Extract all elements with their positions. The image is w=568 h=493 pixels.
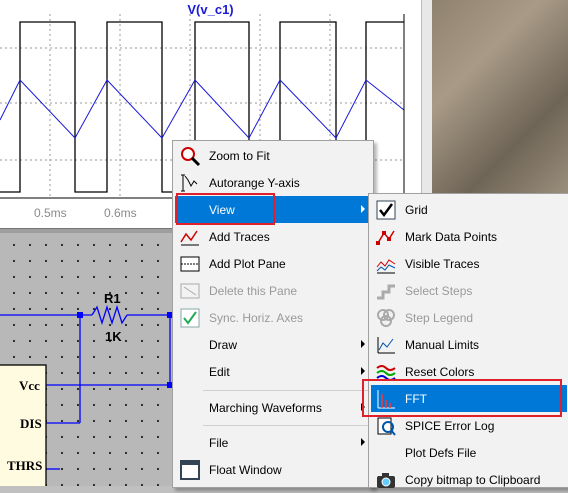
menu-item-label: Zoom to Fit	[209, 148, 270, 163]
submenu-arrow-icon	[361, 438, 365, 446]
menu-item-grid[interactable]: Grid	[371, 196, 567, 223]
menu-item-autorange[interactable]: Autorange Y-axis	[175, 169, 371, 196]
menu-item-label: Add Traces	[209, 229, 270, 244]
menu-item-label: Select Steps	[405, 283, 473, 298]
menu-item-add-traces[interactable]: Add Traces	[175, 223, 371, 250]
menu-item-label: Mark Data Points	[405, 229, 498, 244]
menu-item-label: Draw	[209, 337, 238, 352]
menu-item-select-steps[interactable]: Select Steps	[371, 277, 567, 304]
menu-item-float-window[interactable]: Float Window	[175, 456, 371, 483]
zoom-fit-icon	[181, 147, 201, 167]
menu-item-marching-waveforms[interactable]: Marching Waveforms	[175, 394, 371, 421]
error-log-icon	[377, 417, 396, 436]
menu-item-copy-bitmap[interactable]: Copy bitmap to Clipboard	[371, 466, 567, 493]
menu-separator	[203, 390, 369, 391]
pin-label-thrs: THRS	[7, 458, 43, 473]
pin-label-dis: DIS	[20, 416, 42, 431]
menu-item-zoom-to-fit[interactable]: Zoom to Fit	[175, 142, 371, 169]
menu-item-label: Plot Defs File	[405, 445, 477, 460]
triangle-wave-trace	[0, 79, 405, 139]
delete-pane-icon	[180, 283, 200, 299]
menu-item-label: Grid	[405, 202, 428, 217]
menu-item-visible-traces[interactable]: Visible Traces	[371, 250, 567, 277]
menu-item-label: Reset Colors	[405, 364, 475, 379]
visible-traces-icon	[376, 259, 396, 274]
camera-icon	[377, 473, 395, 488]
autorange-icon	[181, 174, 198, 192]
desktop-background	[421, 0, 568, 195]
menu-item-manual-limits[interactable]: Manual Limits	[371, 331, 567, 358]
x-tick-label: 0.5ms	[34, 206, 67, 220]
menu-item-label: Copy bitmap to Clipboard	[405, 472, 541, 487]
manual-limits-icon	[377, 337, 395, 354]
view-submenu: Grid Mark Data Points Visible Traces Sel…	[368, 193, 568, 488]
menu-item-mark-data-points[interactable]: Mark Data Points	[371, 223, 567, 250]
step-legend-icon	[377, 309, 395, 327]
plot-title: V(v_c1)	[187, 2, 234, 17]
menu-item-label: Add Plot Pane	[209, 256, 286, 271]
resistor-name: R1	[104, 291, 121, 306]
submenu-arrow-icon	[361, 367, 365, 375]
highlight-box	[362, 379, 562, 417]
menu-item-label: Manual Limits	[405, 337, 480, 352]
select-steps-icon	[377, 284, 395, 300]
add-pane-icon	[180, 256, 200, 272]
menu-item-label: Sync. Horiz. Axes	[209, 310, 304, 325]
menu-item-step-legend[interactable]: Step Legend	[371, 304, 567, 331]
menu-item-label: SPICE Error Log	[405, 418, 495, 433]
menu-item-label: Visible Traces	[405, 256, 480, 271]
submenu-arrow-icon	[361, 205, 365, 213]
grid-check-icon	[376, 200, 396, 220]
checkmark-icon	[180, 308, 200, 328]
menu-item-draw[interactable]: Draw	[175, 331, 371, 358]
menu-separator	[203, 425, 369, 426]
menu-item-add-plot-pane[interactable]: Add Plot Pane	[175, 250, 371, 277]
menu-item-label: Marching Waveforms	[209, 400, 322, 415]
menu-item-label: Delete this Pane	[209, 283, 298, 298]
menu-item-label: Edit	[209, 364, 230, 379]
menu-item-edit[interactable]: Edit	[175, 358, 371, 385]
x-tick-label: 0.6ms	[104, 206, 137, 220]
scrollbar[interactable]	[421, 0, 432, 195]
float-window-icon	[180, 460, 200, 480]
menu-item-label: Step Legend	[405, 310, 474, 325]
menu-item-label: Autorange Y-axis	[209, 175, 300, 190]
resistor-value: 1K	[105, 329, 122, 344]
add-traces-icon	[180, 230, 199, 246]
mark-points-icon	[376, 230, 395, 245]
menu-item-plot-defs-file[interactable]: Plot Defs File	[371, 439, 567, 466]
menu-item-delete-pane[interactable]: Delete this Pane	[175, 277, 371, 304]
menu-item-label: Float Window	[209, 462, 282, 477]
menu-item-file[interactable]: File	[175, 429, 371, 456]
menu-item-sync-horiz-axes[interactable]: Sync. Horiz. Axes	[175, 304, 371, 331]
submenu-arrow-icon	[361, 340, 365, 348]
pin-label-vcc: Vcc	[19, 378, 40, 393]
highlight-box	[176, 193, 275, 225]
menu-item-label: File	[209, 435, 229, 450]
